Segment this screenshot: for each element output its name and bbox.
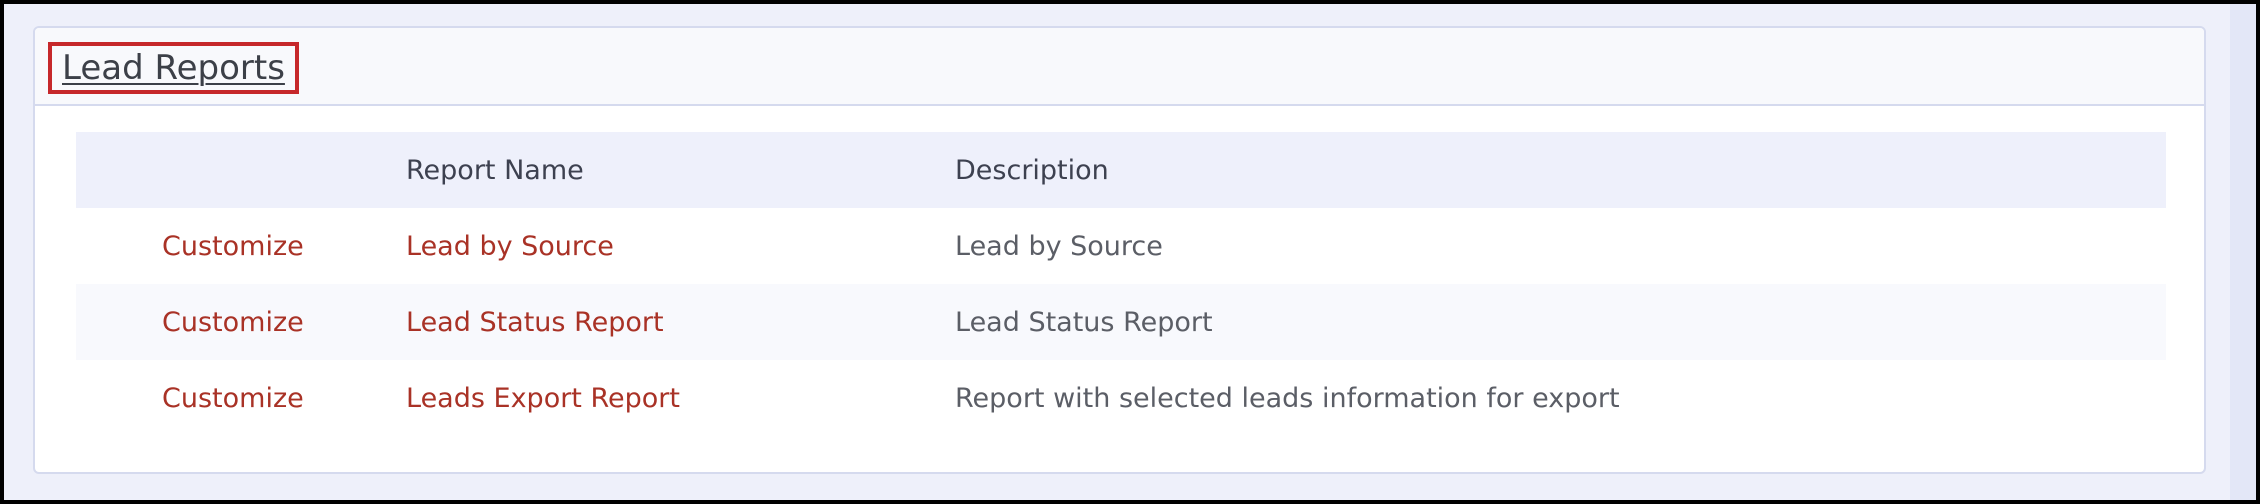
lead-reports-panel: Lead Reports Report Name Description Cus… [33,26,2206,474]
report-description: Lead Status Report [955,306,1213,338]
customize-link[interactable]: Customize [162,208,304,284]
report-name-link[interactable]: Lead Status Report [406,284,664,360]
customize-link[interactable]: Customize [162,360,304,436]
reports-table: Report Name Description Customize Lead b… [76,132,2166,436]
report-name-link[interactable]: Lead by Source [406,208,614,284]
customize-link[interactable]: Customize [162,284,304,360]
panel-title-link[interactable]: Lead Reports [48,42,299,94]
report-description: Report with selected leads information f… [955,382,1620,414]
report-name-link[interactable]: Leads Export Report [406,360,680,436]
table-row: Customize Lead Status Report Lead Status… [76,284,2166,360]
column-header-description: Description [955,154,1109,186]
page-frame: Lead Reports Report Name Description Cus… [4,4,2256,500]
column-header-report-name: Report Name [406,154,584,186]
panel-header: Lead Reports [35,28,2204,106]
report-description: Lead by Source [955,230,1163,262]
table-header-row: Report Name Description [76,132,2166,208]
table-row: Customize Leads Export Report Report wit… [76,360,2166,436]
scrollbar-track[interactable] [2230,4,2256,500]
table-row: Customize Lead by Source Lead by Source [76,208,2166,284]
